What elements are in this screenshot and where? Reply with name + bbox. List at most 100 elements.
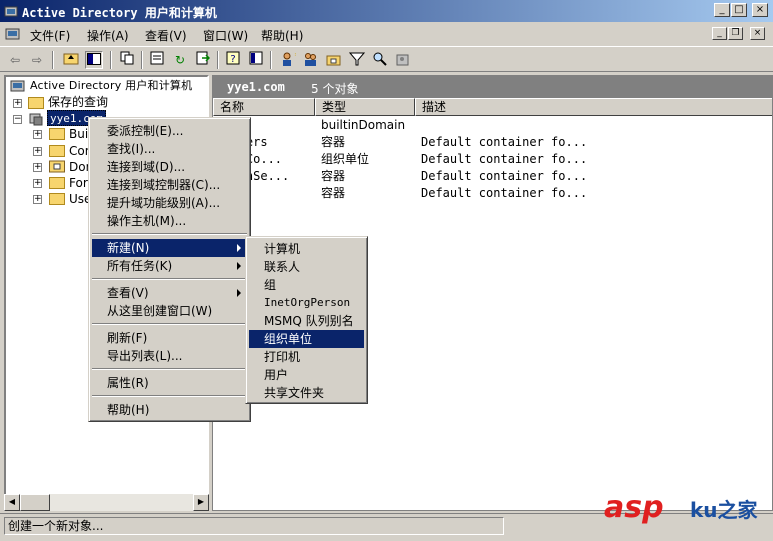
filter-icon[interactable] xyxy=(348,51,366,69)
submenu-item-user[interactable]: 用户 xyxy=(249,366,364,384)
mdi-restore-button[interactable]: ❐ xyxy=(728,27,743,40)
new-user-icon[interactable]: ✶ xyxy=(279,51,300,69)
column-header-type[interactable]: 类型 xyxy=(315,98,415,116)
expand-icon[interactable]: + xyxy=(33,163,42,172)
menu-item-raise-level[interactable]: 提升域功能级别(A)... xyxy=(92,194,247,212)
copy-icon[interactable] xyxy=(118,51,136,69)
status-text: 创建一个新对象... xyxy=(4,517,504,535)
tree-item-foreign[interactable]: For xyxy=(69,175,88,191)
toolbar: ⇦ ⇨ ↻ ? ✶ xyxy=(0,46,773,72)
submenu-item-msmq-alias[interactable]: MSMQ 队列别名 xyxy=(249,312,364,330)
scroll-thumb[interactable] xyxy=(20,494,50,511)
row-desc: Default container fo... xyxy=(421,135,588,149)
minimize-button[interactable]: _ xyxy=(714,3,730,17)
menu-separator xyxy=(92,368,247,370)
menu-item-new-window[interactable]: 从这里创建窗口(W) xyxy=(92,302,247,320)
collapse-icon[interactable]: − xyxy=(13,115,22,124)
new-ou-icon[interactable] xyxy=(325,51,343,69)
table-row[interactable]: reignSe... 容器 Default container fo... xyxy=(217,168,772,185)
refresh-icon[interactable]: ↻ xyxy=(171,51,189,69)
maximize-button[interactable]: □ xyxy=(731,3,747,17)
ad-console-icon xyxy=(4,6,18,17)
new-submenu: 计算机 联系人 组 InetOrgPerson MSMQ 队列别名 组织单位 打… xyxy=(245,236,368,404)
console-menu-icon[interactable] xyxy=(5,27,21,41)
tree-horizontal-scrollbar[interactable]: ◀ ▶ xyxy=(4,494,209,511)
submenu-item-computer[interactable]: 计算机 xyxy=(249,240,364,258)
mdi-minimize-button[interactable]: _ xyxy=(712,27,727,40)
menu-item-new[interactable]: 新建(N) xyxy=(92,239,247,257)
folder-icon xyxy=(28,97,44,109)
object-count: 5 个对象 xyxy=(311,82,359,96)
mdi-close-button[interactable]: × xyxy=(750,27,765,40)
scroll-left-button[interactable]: ◀ xyxy=(4,494,20,511)
submenu-arrow-icon xyxy=(237,289,241,297)
menu-item-refresh[interactable]: 刷新(F) xyxy=(92,329,247,347)
menu-file[interactable]: 文件(F) xyxy=(30,27,70,44)
tree-item-saved-queries[interactable]: 保存的查询 xyxy=(48,94,108,110)
table-row[interactable]: ain Co... 组织单位 Default container fo... xyxy=(217,151,772,168)
forward-arrow-icon[interactable]: ⇨ xyxy=(28,51,46,69)
find-icon[interactable] xyxy=(371,51,389,69)
new-group-icon[interactable] xyxy=(302,51,320,69)
submenu-item-ou[interactable]: 组织单位 xyxy=(249,330,364,348)
title-bar[interactable]: Active Directory 用户和计算机 _ □ × xyxy=(0,0,773,22)
window-title: Active Directory 用户和计算机 xyxy=(22,6,217,20)
back-arrow-icon[interactable]: ⇦ xyxy=(6,51,24,69)
up-folder-icon[interactable] xyxy=(62,51,80,69)
show-tree-icon[interactable] xyxy=(85,51,103,69)
folder-icon xyxy=(49,193,65,205)
expand-icon[interactable]: + xyxy=(33,130,42,139)
row-type: 容器 xyxy=(321,135,346,149)
table-row[interactable]: ltin builtinDomain xyxy=(217,117,772,134)
submenu-item-shared-folder[interactable]: 共享文件夹 xyxy=(249,384,364,402)
export-icon[interactable] xyxy=(194,51,212,69)
submenu-item-inetorgperson[interactable]: InetOrgPerson xyxy=(249,294,364,312)
menu-item-connect-dc[interactable]: 连接到域控制器(C)... xyxy=(92,176,247,194)
add-to-group-icon[interactable] xyxy=(394,51,412,69)
row-desc: Default container fo... xyxy=(421,186,588,200)
svg-text:✶: ✶ xyxy=(294,51,296,59)
row-desc: Default container fo... xyxy=(421,169,588,183)
scroll-right-button[interactable]: ▶ xyxy=(193,494,209,511)
menu-item-all-tasks[interactable]: 所有任务(K) xyxy=(92,257,247,275)
menu-item-properties[interactable]: 属性(R) xyxy=(92,374,247,392)
menu-action[interactable]: 操作(A) xyxy=(87,27,129,44)
submenu-item-group[interactable]: 组 xyxy=(249,276,364,294)
row-type: 容器 xyxy=(321,186,346,200)
help-icon[interactable]: ? xyxy=(224,51,242,69)
menu-item-connect-domain[interactable]: 连接到域(D)... xyxy=(92,158,247,176)
menu-item-view-label: 查看(V) xyxy=(107,286,149,300)
table-row[interactable]: mputers 容器 Default container fo... xyxy=(217,134,772,151)
expand-icon[interactable]: + xyxy=(33,195,42,204)
expand-icon[interactable]: + xyxy=(33,147,42,156)
watermark-site-text: ku之家 xyxy=(690,498,758,522)
menu-separator xyxy=(92,395,247,397)
folder-icon xyxy=(49,177,65,189)
menu-item-help[interactable]: 帮助(H) xyxy=(92,401,247,419)
watermark-logo: asp ku之家 xyxy=(602,488,772,538)
expand-icon[interactable]: + xyxy=(33,179,42,188)
menu-item-operations-masters[interactable]: 操作主机(M)... xyxy=(92,212,247,230)
folder-icon xyxy=(49,128,65,140)
menu-item-delegate-control[interactable]: 委派控制(E)... xyxy=(92,122,247,140)
menu-help[interactable]: 帮助(H) xyxy=(261,27,303,44)
console-icon[interactable] xyxy=(247,51,265,69)
submenu-item-contact[interactable]: 联系人 xyxy=(249,258,364,276)
properties-icon[interactable] xyxy=(148,51,166,69)
column-header-desc[interactable]: 描述 xyxy=(415,98,772,116)
table-row[interactable]: ers 容器 Default container fo... xyxy=(217,185,772,202)
menu-view[interactable]: 查看(V) xyxy=(145,27,187,44)
expand-icon[interactable]: + xyxy=(13,99,22,108)
menu-item-export-list[interactable]: 导出列表(L)... xyxy=(92,347,247,365)
menu-window[interactable]: 窗口(W) xyxy=(203,27,248,44)
submenu-item-printer[interactable]: 打印机 xyxy=(249,348,364,366)
domain-icon xyxy=(29,113,43,126)
menu-item-find[interactable]: 查找(I)... xyxy=(92,140,247,158)
submenu-arrow-icon xyxy=(237,244,241,252)
list-header-bar: yye1.com 5 个对象 xyxy=(213,76,772,98)
menu-separator xyxy=(92,323,247,325)
close-button[interactable]: × xyxy=(752,3,768,17)
menu-item-view[interactable]: 查看(V) xyxy=(92,284,247,302)
ou-icon xyxy=(49,160,65,173)
column-header-name[interactable]: 名称 xyxy=(213,98,315,116)
